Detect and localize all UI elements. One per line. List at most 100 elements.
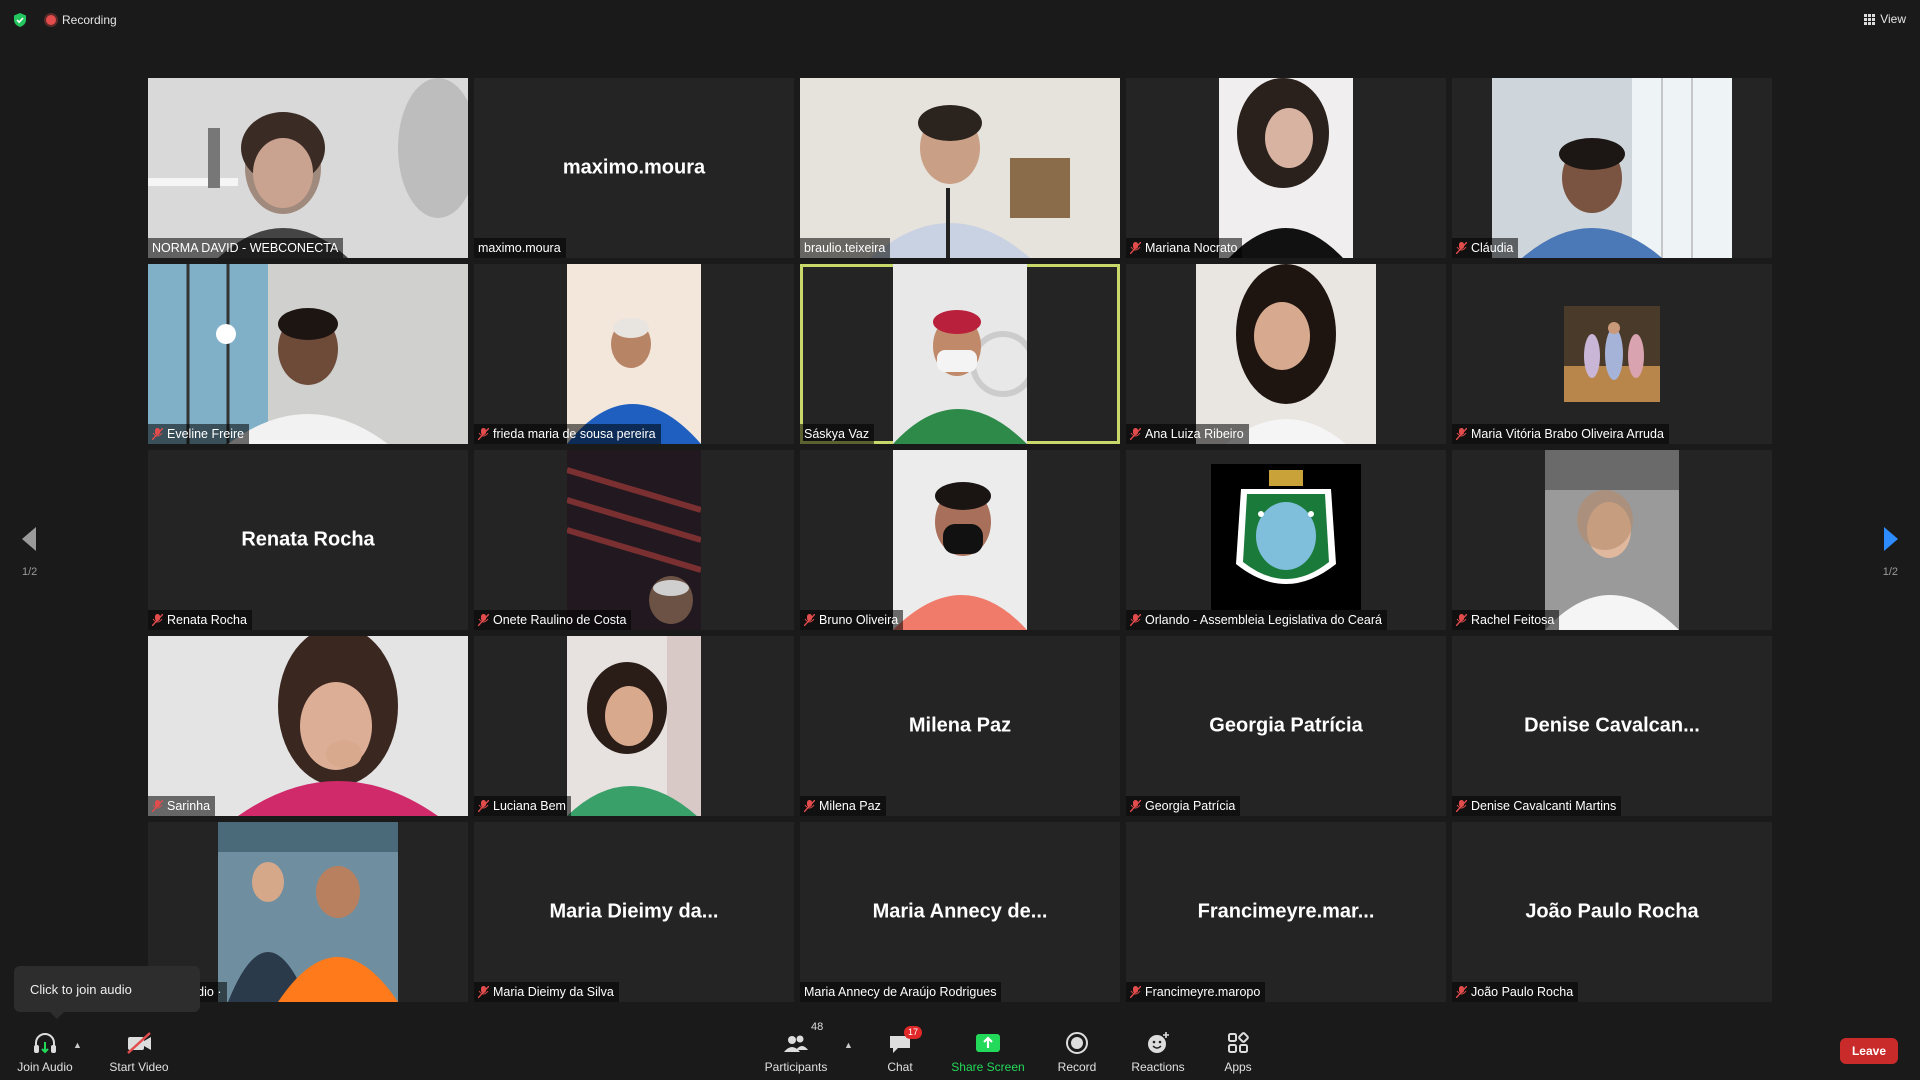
- participant-video: [1545, 450, 1679, 630]
- participant-tile[interactable]: Cláudia: [1452, 78, 1772, 258]
- participant-name-label: Renata Rocha: [148, 610, 252, 630]
- participant-video: [1564, 306, 1660, 402]
- join-audio-button[interactable]: Join Audio: [14, 1018, 76, 1080]
- participant-video: [567, 450, 701, 630]
- reactions-label: Reactions: [1131, 1060, 1185, 1074]
- participant-name-label: Mariana Nocrato: [1126, 238, 1243, 258]
- participant-name-label: frieda maria de sousa pereira: [474, 424, 661, 444]
- participants-count: 48: [811, 1021, 824, 1033]
- participant-display-name: Georgia Patrícia: [1209, 714, 1363, 737]
- headphones-icon: [34, 1033, 56, 1054]
- participants-icon: [784, 1035, 808, 1052]
- participant-name-label: Bruno Oliveira: [800, 610, 904, 630]
- participant-video: [893, 264, 1027, 444]
- participant-video: [567, 264, 701, 444]
- participant-tile-active-speaker[interactable]: Sáskya Vaz: [800, 264, 1120, 444]
- security-shield-icon[interactable]: [12, 12, 28, 28]
- participant-tile[interactable]: João Paulo Rocha João Paulo Rocha: [1452, 822, 1772, 1002]
- participant-name-label: Luciana Bem: [474, 796, 571, 816]
- participant-tile[interactable]: NORMA DAVID - WEBCONECTA: [148, 78, 468, 258]
- participant-tile[interactable]: Eveline Freire: [148, 264, 468, 444]
- muted-microphone-icon: [804, 614, 815, 626]
- participant-tile[interactable]: Maria Vitória Brabo Oliveira Arruda: [1452, 264, 1772, 444]
- muted-microphone-icon: [1456, 800, 1467, 812]
- muted-microphone-icon: [1456, 986, 1467, 998]
- participant-name-label: João Paulo Rocha: [1452, 982, 1579, 1002]
- participant-tile[interactable]: Maria Dieimy da... Maria Dieimy da Silva: [474, 822, 794, 1002]
- muted-microphone-icon: [1130, 986, 1141, 998]
- participant-tile[interactable]: frieda maria de sousa pereira: [474, 264, 794, 444]
- reactions-button[interactable]: Reactions: [1126, 1018, 1190, 1080]
- participants-options-caret-icon[interactable]: ▲: [844, 1040, 853, 1050]
- participant-tile[interactable]: Orlando - Assembleia Legislativa do Cear…: [1126, 450, 1446, 630]
- recording-indicator[interactable]: Recording: [46, 13, 117, 27]
- start-video-button[interactable]: Start Video: [104, 1018, 174, 1080]
- page-indicator-left: 1/2: [22, 566, 38, 578]
- participant-tile[interactable]: Francimeyre.mar... Francimeyre.maropo: [1126, 822, 1446, 1002]
- chat-unread-badge: 17: [903, 1026, 922, 1039]
- recording-label: Recording: [62, 13, 117, 27]
- participant-name-label: Francimeyre.maropo: [1126, 982, 1266, 1002]
- muted-microphone-icon: [804, 800, 815, 812]
- muted-microphone-icon: [1130, 428, 1141, 440]
- participant-display-name: Denise Cavalcan...: [1524, 714, 1700, 737]
- participant-video: [148, 78, 468, 258]
- participant-tile[interactable]: Sarinha: [148, 636, 468, 816]
- participant-video: [218, 822, 398, 1002]
- participants-button[interactable]: 48 Participants: [756, 1018, 836, 1080]
- join-audio-label: Join Audio: [17, 1060, 73, 1074]
- participant-tile[interactable]: Georgia Patrícia Georgia Patrícia: [1126, 636, 1446, 816]
- participant-tile[interactable]: Rachel Feitosa: [1452, 450, 1772, 630]
- participant-tile[interactable]: Bruno Oliveira: [800, 450, 1120, 630]
- participant-tile[interactable]: Onete Raulino de Costa: [474, 450, 794, 630]
- participant-display-name: Maria Annecy de...: [872, 900, 1048, 923]
- participant-name-label: Rachel Feitosa: [1452, 610, 1560, 630]
- participant-video: [893, 450, 1027, 630]
- participant-video: [1211, 464, 1361, 610]
- participant-name-label: Sáskya Vaz: [800, 424, 875, 444]
- leave-meeting-button[interactable]: Leave: [1839, 1038, 1898, 1064]
- participant-tile[interactable]: Denise Cavalcan... Denise Cavalcanti Mar…: [1452, 636, 1772, 816]
- participant-tile[interactable]: Milena Paz Milena Paz: [800, 636, 1120, 816]
- participant-tile[interactable]: Mariana Nocrato: [1126, 78, 1446, 258]
- audio-options-caret-icon[interactable]: ▲: [73, 1040, 82, 1050]
- tooltip-text: Click to join audio: [30, 981, 132, 997]
- participant-name-label: Maria Dieimy da Silva: [474, 982, 619, 1002]
- participant-video: [1219, 78, 1353, 258]
- participant-name-label: Eveline Freire: [148, 424, 250, 444]
- recording-dot-icon: [46, 15, 56, 25]
- participant-tile[interactable]: Luciana Bem: [474, 636, 794, 816]
- participant-tile[interactable]: Maria Annecy de... Maria Annecy de Araúj…: [800, 822, 1120, 1002]
- participant-name-label: Sarinha: [148, 796, 216, 816]
- view-button[interactable]: View: [1864, 12, 1906, 26]
- video-gallery: NORMA DAVID - WEBCONECTA maximo.moura ma…: [148, 78, 1772, 1002]
- muted-microphone-icon: [1456, 242, 1467, 254]
- participant-display-name: Maria Dieimy da...: [549, 900, 719, 923]
- participant-video: [1196, 264, 1376, 444]
- chat-button[interactable]: 17 Chat: [876, 1018, 924, 1080]
- participant-name-label: NORMA DAVID - WEBCONECTA: [148, 238, 344, 258]
- view-label: View: [1880, 12, 1906, 26]
- participant-tile[interactable]: Ana Luiza Ribeiro: [1126, 264, 1446, 444]
- top-bar: Recording View: [0, 0, 1920, 40]
- participant-display-name: Francimeyre.mar...: [1197, 900, 1375, 923]
- participant-video: [1492, 78, 1732, 258]
- participant-video: [567, 636, 701, 816]
- apps-button[interactable]: Apps: [1214, 1018, 1262, 1080]
- grid-view-icon: [1864, 13, 1876, 25]
- participant-tile[interactable]: Renata Rocha Renata Rocha: [148, 450, 468, 630]
- participant-tile[interactable]: braulio.teixeira: [800, 78, 1120, 258]
- share-screen-label: Share Screen: [951, 1060, 1025, 1074]
- participant-video: [148, 636, 468, 816]
- muted-microphone-icon: [1130, 800, 1141, 812]
- participant-video: [148, 264, 468, 444]
- chat-label: Chat: [887, 1060, 913, 1074]
- participant-name-label: Ana Luiza Ribeiro: [1126, 424, 1249, 444]
- share-screen-button[interactable]: Share Screen: [948, 1018, 1028, 1080]
- previous-page-arrow-icon[interactable]: [18, 524, 38, 554]
- participant-tile[interactable]: maximo.moura maximo.moura: [474, 78, 794, 258]
- participant-name-label: Milena Paz: [800, 796, 886, 816]
- record-button[interactable]: Record: [1052, 1018, 1102, 1080]
- participant-name-label: Georgia Patrícia: [1126, 796, 1241, 816]
- next-page-arrow-icon[interactable]: [1882, 524, 1902, 554]
